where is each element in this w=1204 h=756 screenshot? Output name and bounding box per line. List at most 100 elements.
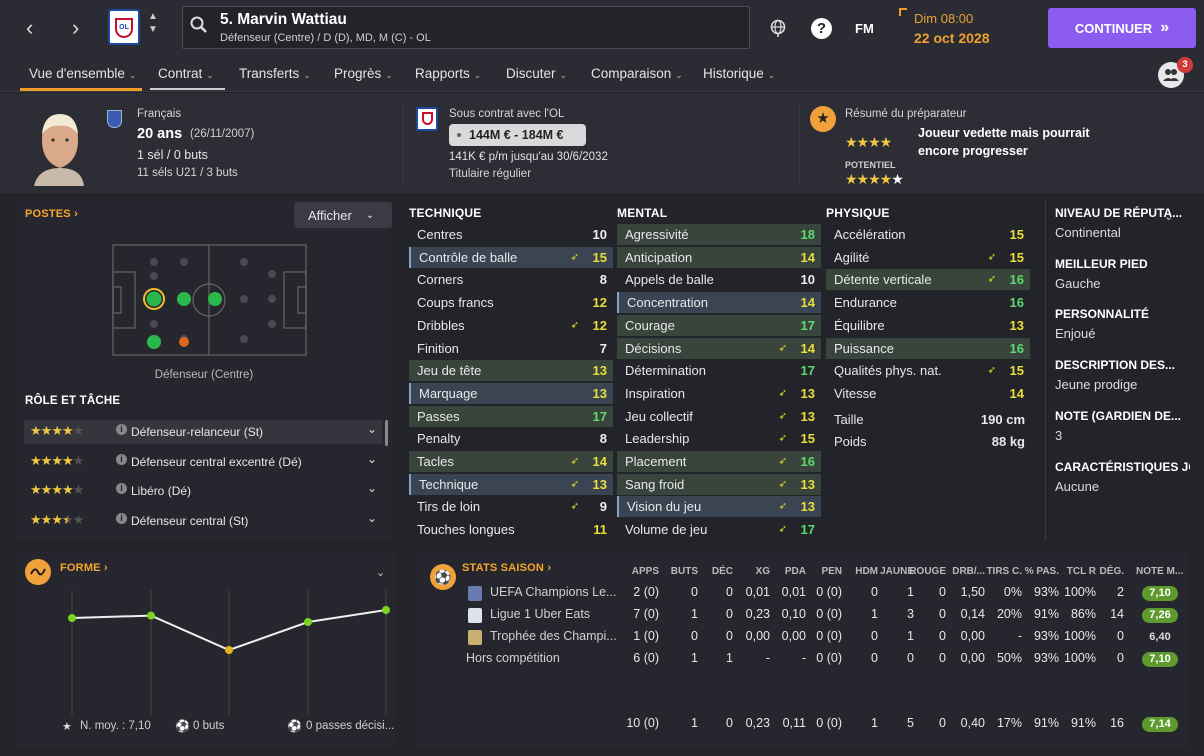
fm-logo[interactable]: FM bbox=[855, 21, 874, 36]
attr-row[interactable]: Tacles ➶ 14 bbox=[409, 451, 613, 472]
form-point[interactable] bbox=[382, 606, 390, 614]
attr-row[interactable]: Qualités phys. nat. ➶ 15 bbox=[826, 360, 1030, 381]
attr-row[interactable]: Finition 7 bbox=[409, 338, 613, 359]
ball-icon: ⚽ bbox=[175, 719, 190, 733]
rating-badge: 7,10 bbox=[1142, 652, 1178, 667]
attr-row[interactable]: Placement ➶ 16 bbox=[617, 451, 821, 472]
attr-row[interactable]: Passes 17 bbox=[409, 405, 613, 427]
role-row[interactable]: ★★★★★ i Défenseur-relanceur (St) ⌄ bbox=[24, 420, 382, 444]
rating-badge: 7,14 bbox=[1142, 717, 1178, 732]
attr-row[interactable]: Vitesse 14 bbox=[826, 383, 1030, 404]
attr-row[interactable]: Appels de balle 10 bbox=[617, 269, 821, 290]
value-badge[interactable]: 144M € - 184M € bbox=[449, 124, 586, 146]
tab-3[interactable]: Progrès ⌄ bbox=[334, 66, 393, 81]
info-icon[interactable]: i bbox=[116, 424, 127, 435]
attr-value: 15 bbox=[1009, 363, 1024, 379]
u21-caps[interactable]: 11 séls U21 / 3 buts bbox=[137, 167, 238, 179]
attr-row[interactable]: Agressivité 18 bbox=[617, 224, 821, 245]
attr-row[interactable]: Décisions ➶ 14 bbox=[617, 337, 821, 359]
role-row[interactable]: ★★★★★ i Défenseur central (St) ⌄ bbox=[24, 509, 382, 533]
player-switch-icon[interactable]: ▲ ▼ bbox=[148, 10, 158, 36]
reputation-expand-icon[interactable]: ⌄ bbox=[1164, 210, 1173, 223]
attr-value: 14 bbox=[1009, 385, 1024, 401]
tab-5[interactable]: Discuter ⌄ bbox=[506, 66, 567, 81]
globe-icon[interactable] bbox=[768, 18, 788, 38]
attr-row[interactable]: Endurance 16 bbox=[826, 292, 1030, 313]
attr-row[interactable]: Penalty 8 bbox=[409, 428, 613, 449]
attr-row[interactable]: Agilité ➶ 15 bbox=[826, 247, 1030, 268]
attr-row[interactable]: Anticipation 14 bbox=[617, 246, 821, 268]
help-icon[interactable]: ? bbox=[811, 18, 832, 39]
form-point[interactable] bbox=[147, 611, 155, 620]
role-stars: ★★★★★ bbox=[30, 482, 84, 497]
competition-name[interactable]: Hors compétition bbox=[466, 651, 560, 665]
attr-row[interactable]: Centres 10 bbox=[409, 224, 613, 245]
tab-7[interactable]: Historique ⌄ bbox=[703, 66, 775, 81]
attr-row[interactable]: Contrôle de balle ➶ 15 bbox=[409, 246, 613, 268]
forward-arrow-icon[interactable]: › bbox=[72, 17, 79, 39]
attr-row[interactable]: Coups francs 12 bbox=[409, 292, 613, 313]
season-title[interactable]: STATS SAISON › bbox=[462, 562, 551, 574]
tab-4[interactable]: Rapports ⌄ bbox=[415, 66, 481, 81]
info-icon[interactable]: i bbox=[116, 483, 127, 494]
attr-row[interactable]: Corners 8 bbox=[409, 269, 613, 290]
form-title[interactable]: FORME › bbox=[60, 562, 108, 574]
form-chevron-down-icon[interactable]: ⌄ bbox=[376, 566, 385, 579]
tab-1[interactable]: Contrat ⌄ bbox=[158, 66, 214, 81]
attr-row[interactable]: Technique ➶ 13 bbox=[409, 473, 613, 495]
attr-row[interactable]: Puissance 16 bbox=[826, 337, 1030, 359]
tab-2[interactable]: Transferts ⌄ bbox=[239, 66, 311, 81]
attr-row[interactable]: Accélération 15 bbox=[826, 224, 1030, 245]
attr-row[interactable]: Vision du jeu ➶ 13 bbox=[617, 496, 821, 518]
attr-row[interactable]: Tirs de loin ➶ 9 bbox=[409, 496, 613, 517]
chevron-down-icon[interactable]: ⌄ bbox=[367, 511, 377, 525]
attr-row[interactable]: Volume de jeu ➶ 17 bbox=[617, 519, 821, 540]
form-point[interactable] bbox=[68, 614, 76, 622]
attr-row[interactable]: Équilibre 13 bbox=[826, 315, 1030, 336]
back-arrow-icon[interactable]: ‹ bbox=[26, 17, 33, 39]
role-row[interactable]: ★★★★★ i Défenseur central excentré (Dé) ⌄ bbox=[24, 450, 382, 474]
roles-scrollbar[interactable] bbox=[385, 420, 388, 446]
attr-row[interactable]: Dribbles ➶ 12 bbox=[409, 315, 613, 336]
show-dropdown[interactable]: Afficher ⌄ bbox=[294, 202, 392, 228]
attr-name: Détente verticale bbox=[834, 272, 932, 288]
chevron-down-icon[interactable]: ⌄ bbox=[367, 452, 377, 466]
tab-6[interactable]: Comparaison ⌄ bbox=[591, 66, 683, 81]
attr-row[interactable]: Concentration 14 bbox=[617, 292, 821, 314]
international-caps[interactable]: 1 sél / 0 buts bbox=[137, 148, 208, 162]
positions-title[interactable]: POSTES › bbox=[25, 208, 78, 220]
attr-row[interactable]: Courage 17 bbox=[617, 314, 821, 336]
info-icon[interactable]: i bbox=[116, 512, 127, 524]
chevron-down-icon[interactable]: ⌄ bbox=[367, 422, 377, 436]
competition-name[interactable]: UEFA Champions Le... bbox=[490, 585, 616, 599]
form-point[interactable] bbox=[225, 646, 233, 654]
attr-row[interactable]: Inspiration ➶ 13 bbox=[617, 383, 821, 404]
attr-row[interactable]: Détermination 17 bbox=[617, 360, 821, 381]
potential-stars: ★★★★★ bbox=[845, 171, 904, 187]
search-icon[interactable] bbox=[190, 16, 208, 34]
attr-row[interactable]: Marquage 13 bbox=[409, 382, 613, 404]
attr-row[interactable]: Leadership ➶ 15 bbox=[617, 428, 821, 449]
age: 20 ans bbox=[137, 126, 183, 142]
attr-row[interactable]: Sang froid ➶ 13 bbox=[617, 473, 821, 495]
competition-name[interactable]: Ligue 1 Uber Eats bbox=[490, 607, 590, 621]
tab-0[interactable]: Vue d'ensemble ⌄ bbox=[29, 66, 136, 81]
trend-up-icon: ➶ bbox=[987, 365, 996, 377]
attr-row[interactable]: Touches longues 11 bbox=[409, 519, 613, 540]
attr-value: 7 bbox=[599, 340, 607, 356]
continue-button[interactable]: CONTINUER » bbox=[1048, 8, 1196, 48]
form-point[interactable] bbox=[304, 618, 312, 626]
season-cell: 0 bbox=[726, 629, 733, 643]
trend-up-icon: ➶ bbox=[570, 319, 579, 331]
attr-row[interactable]: Détente verticale ➶ 16 bbox=[826, 269, 1030, 291]
attr-row[interactable]: Jeu de tête 13 bbox=[409, 360, 613, 382]
club-crest-icon[interactable]: OL bbox=[108, 9, 140, 45]
attr-row[interactable]: Jeu collectif ➶ 13 bbox=[617, 406, 821, 427]
tab-label: Contrat bbox=[158, 66, 203, 81]
season-cell: 14 bbox=[1110, 607, 1124, 621]
info-icon[interactable]: i bbox=[116, 453, 127, 465]
chevron-down-icon[interactable]: ⌄ bbox=[367, 481, 377, 495]
competition-name[interactable]: Trophée des Champi... bbox=[490, 629, 617, 643]
side-label: DESCRIPTION DES... bbox=[1055, 358, 1176, 373]
role-row[interactable]: ★★★★★ i Libéro (Dé) ⌄ bbox=[24, 479, 382, 503]
